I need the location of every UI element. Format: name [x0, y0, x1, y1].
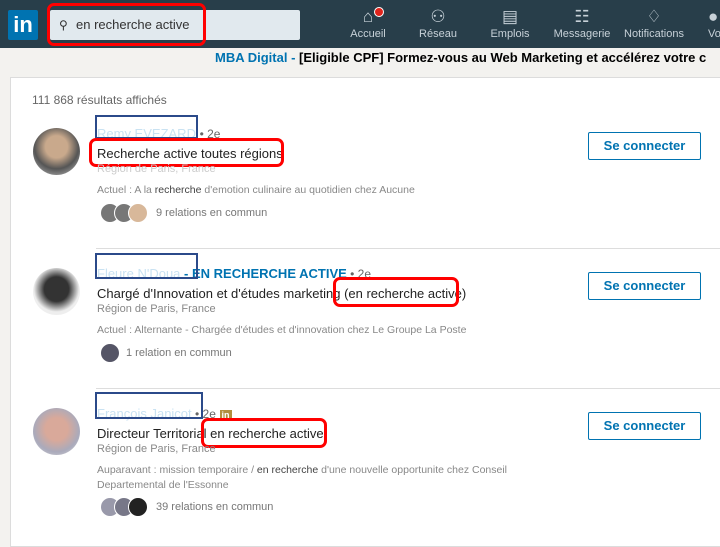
avatar	[100, 343, 120, 363]
shared-connections[interactable]: 9 relations en commun	[100, 203, 267, 223]
avatar[interactable]	[33, 408, 80, 455]
linkedin-logo[interactable]: in	[8, 10, 38, 40]
avatar[interactable]	[33, 268, 80, 315]
nav-messagerie[interactable]: ☷ Messagerie	[546, 6, 618, 40]
highlight-box	[201, 418, 327, 448]
location: Région de Paris, France	[97, 163, 216, 175]
location: Région de Paris, France	[97, 303, 216, 315]
highlight-box	[95, 253, 198, 279]
avatar	[128, 497, 148, 517]
location: Région de Paris, France	[97, 443, 216, 455]
briefcase-icon: ▤	[501, 7, 519, 26]
connect-button[interactable]: Se connecter	[588, 132, 701, 160]
description: Actuel : A la recherche d'emotion culina…	[97, 184, 415, 196]
network-icon: ⚇	[430, 7, 446, 26]
nav-accueil[interactable]: ⌂ Accueil	[332, 6, 404, 40]
connect-button[interactable]: Se connecter	[588, 412, 701, 440]
message-icon: ☷	[574, 7, 590, 26]
results-count: 111 868 résultats affichés	[32, 93, 167, 107]
home-icon: ⌂	[362, 7, 374, 26]
description: Auparavant : mission temporaire / en rec…	[97, 464, 508, 491]
shared-connections[interactable]: 39 relations en commun	[100, 497, 273, 517]
result-item: François Janicot • 2e in Directeur Terri…	[0, 392, 720, 540]
nav-emplois[interactable]: ▤ Emplois	[474, 6, 546, 40]
highlight-box	[333, 277, 459, 307]
divider	[96, 248, 720, 249]
avatar[interactable]	[33, 128, 80, 175]
notification-badge	[374, 7, 384, 17]
avatar	[128, 203, 148, 223]
highlight-box	[95, 392, 203, 419]
nav-vous[interactable]: ● Vo	[690, 6, 720, 40]
bell-icon: ♢	[646, 7, 662, 26]
nav-notifications[interactable]: ♢ Notifications	[618, 6, 690, 40]
nav-reseau[interactable]: ⚇ Réseau	[402, 6, 474, 40]
connect-button[interactable]: Se connecter	[588, 272, 701, 300]
ad-banner[interactable]: MBA Digital - [Eligible CPF] Formez-vous…	[215, 50, 706, 65]
avatar-icon: ●	[708, 7, 719, 26]
result-item: Remy EVEZARD • 2e Recherche active toute…	[0, 115, 720, 260]
result-item: Fleure N'Doua - EN RECHERCHE ACTIVE • 2e…	[0, 253, 720, 400]
divider	[96, 388, 720, 389]
highlight-box	[95, 115, 198, 139]
highlight-box	[47, 3, 206, 46]
description: Actuel : Alternante - Chargée d'études e…	[97, 324, 467, 336]
shared-connections[interactable]: 1 relation en commun	[100, 343, 232, 363]
